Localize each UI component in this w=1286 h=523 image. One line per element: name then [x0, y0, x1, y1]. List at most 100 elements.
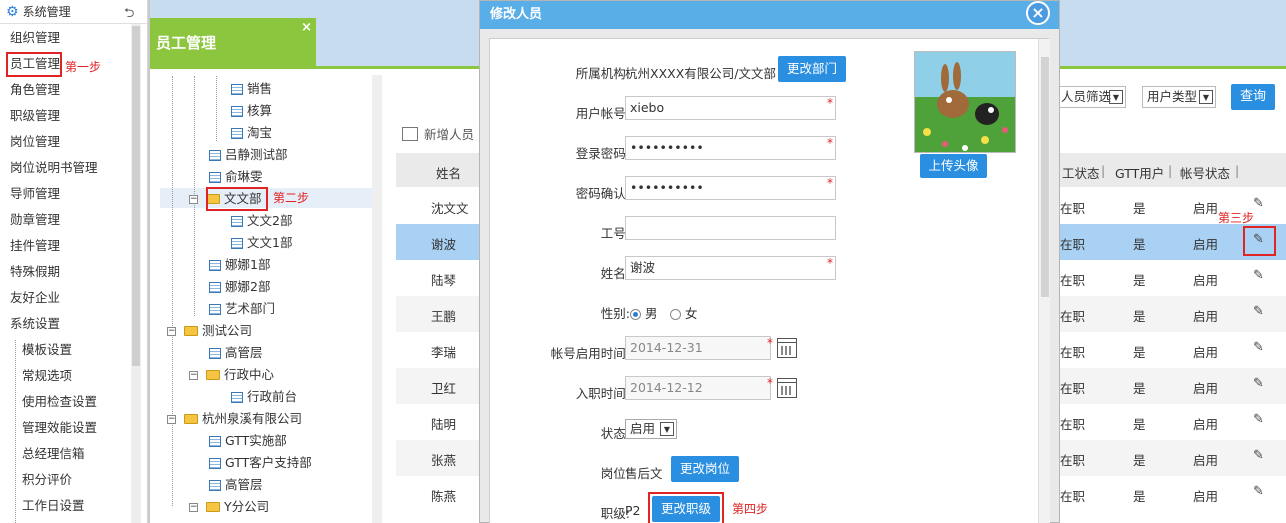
edit-person-dialog: 修改人员 × 所属机构: 杭州XXXX有限公司/文文部 更改部门 用户帐号: x… [479, 0, 1060, 523]
upload-avatar-button[interactable]: 上传头像 [920, 154, 987, 178]
sidebar-sub-mailbox[interactable]: 总经理信箱 [22, 444, 85, 464]
user-type-select[interactable]: 用户类型 ▼ [1142, 86, 1216, 108]
sidebar-header[interactable]: ⚙ 系统管理 ⮌ [0, 0, 147, 24]
sidebar-item-partner[interactable]: 友好企业 [10, 288, 60, 308]
tree-node[interactable]: GTT实施部 [209, 431, 287, 451]
gender-male-radio[interactable]: 男 [630, 303, 658, 322]
back-icon[interactable]: ⮌ [124, 4, 134, 26]
tree-node[interactable]: 俞琳雯 [209, 167, 263, 187]
change-dept-button[interactable]: 更改部门 [778, 56, 846, 82]
add-person-button[interactable]: 新增人员 [402, 124, 474, 143]
cell-account-status: 启用 [1193, 417, 1219, 432]
doc-icon [231, 127, 243, 139]
jobno-input[interactable] [625, 216, 836, 240]
doc-icon [231, 105, 243, 117]
name-input[interactable]: 谢波 [625, 256, 836, 280]
doc-icon [209, 457, 221, 469]
calendar-icon[interactable] [777, 338, 797, 358]
join-date-input[interactable]: 2014-12-12 [625, 376, 771, 400]
query-button[interactable]: 查询 [1231, 84, 1275, 110]
close-icon[interactable]: × [1026, 1, 1050, 25]
collapse-icon[interactable]: − [189, 370, 198, 380]
cell-account-status: 启用 [1193, 309, 1219, 324]
collapse-icon[interactable]: − [189, 502, 198, 512]
sidebar-sub-workday[interactable]: 工作日设置 [22, 496, 85, 516]
sidebar-item-role[interactable]: 角色管理 [10, 80, 60, 100]
cell-name: 谢波 [431, 237, 457, 252]
tab-close-icon[interactable]: × [301, 20, 312, 35]
sidebar-sub-template[interactable]: 模板设置 [22, 340, 72, 360]
tree-node[interactable]: 高管层 [209, 475, 263, 495]
tree-node[interactable]: 销售 [231, 79, 272, 99]
edit-pencil-icon[interactable]: ✎ [1253, 304, 1264, 319]
sidebar-item-org[interactable]: 组织管理 [10, 28, 60, 48]
tree-node[interactable]: 高管层 [209, 343, 263, 363]
tree-node[interactable]: 娜娜2部 [209, 277, 270, 297]
sidebar-sub-points[interactable]: 积分评价 [22, 470, 72, 490]
tree-node[interactable]: 行政前台 [231, 387, 297, 407]
edit-pencil-icon[interactable]: ✎ [1253, 376, 1264, 391]
cell-work-status: 在职 [1060, 381, 1086, 396]
tab-employee[interactable]: 员工管理 × [150, 18, 316, 66]
tree-scrollbar[interactable] [372, 75, 382, 523]
account-input[interactable]: xiebo [625, 96, 836, 120]
edit-pencil-icon[interactable]: ✎ [1253, 196, 1264, 211]
sidebar-item-holiday[interactable]: 特殊假期 [10, 262, 60, 282]
sidebar-sub-check[interactable]: 使用检查设置 [22, 392, 97, 412]
password-label: 登录密码: [575, 146, 630, 161]
edit-pencil-icon[interactable]: ✎ [1253, 412, 1264, 427]
dialog-scrollbar[interactable] [1038, 39, 1050, 523]
cell-gtt: 是 [1133, 201, 1146, 216]
cell-account-status: 启用 [1193, 273, 1219, 288]
tree-node[interactable]: 核算 [231, 101, 272, 121]
tree-node[interactable]: GTT客户支持部 [209, 453, 312, 473]
cell-gtt: 是 [1133, 489, 1146, 504]
tree-node[interactable]: 文文2部 [231, 211, 292, 231]
doc-icon [209, 171, 221, 183]
sidebar-item-medal[interactable]: 勋章管理 [10, 210, 60, 230]
sidebar-item-settings[interactable]: 系统设置 [10, 314, 60, 334]
tree-node[interactable]: − Y分公司 [189, 497, 269, 517]
tree-node[interactable]: 淘宝 [231, 123, 272, 143]
step1-label: 第一步 [65, 60, 102, 74]
tree-node[interactable]: 艺术部门 [209, 299, 275, 319]
col-gtt: GTT用户 [1115, 166, 1165, 181]
collapse-icon[interactable]: − [167, 326, 176, 336]
collapse-icon[interactable]: − [167, 414, 176, 424]
gender-female-radio[interactable]: 女 [670, 303, 698, 322]
change-post-button[interactable]: 更改岗位 [671, 456, 739, 482]
collapse-icon[interactable]: − [189, 194, 198, 204]
tree-node[interactable]: − 杭州泉溪有限公司 [167, 409, 302, 429]
state-select[interactable]: 启用 ▼ [625, 419, 677, 439]
sidebar-item-pendant[interactable]: 挂件管理 [10, 236, 60, 256]
edit-pencil-icon[interactable]: ✎ [1253, 268, 1264, 283]
sidebar-sub-efficiency[interactable]: 管理效能设置 [22, 418, 97, 438]
org-label: 所属机构: [575, 66, 630, 81]
col-work-status: 工状态 [1062, 166, 1100, 181]
folder-icon [184, 326, 198, 336]
tree-node[interactable]: 吕静测试部 [209, 145, 288, 165]
tree-node[interactable]: − 行政中心 [189, 365, 274, 385]
sidebar-item-mentor[interactable]: 导师管理 [10, 184, 60, 204]
edit-pencil-icon[interactable]: ✎ [1253, 340, 1264, 355]
sidebar-item-post[interactable]: 岗位管理 [10, 132, 60, 152]
confirm-password-input[interactable]: •••••••••• [625, 176, 836, 200]
password-input[interactable]: •••••••••• [625, 136, 836, 160]
col-divider: | [1168, 163, 1173, 178]
tree-node[interactable]: 娜娜1部 [209, 255, 270, 275]
cell-name: 沈文文 [431, 201, 469, 216]
edit-pencil-icon[interactable]: ✎ [1253, 448, 1264, 463]
add-user-icon [402, 126, 418, 141]
cell-work-status: 在职 [1060, 417, 1086, 432]
person-filter-select[interactable]: 人员筛选 ▼ [1056, 86, 1126, 108]
sidebar-sub-general[interactable]: 常规选项 [22, 366, 72, 386]
enable-date-input[interactable]: 2014-12-31 [625, 336, 771, 360]
sidebar-item-post-doc[interactable]: 岗位说明书管理 [10, 158, 98, 178]
sidebar-scrollbar[interactable] [131, 24, 141, 523]
edit-pencil-icon[interactable]: ✎ [1253, 484, 1264, 499]
calendar-icon[interactable] [777, 378, 797, 398]
tree-node[interactable]: − 测试公司 [167, 321, 252, 341]
sidebar-item-rank[interactable]: 职级管理 [10, 106, 60, 126]
sidebar-tree-line [15, 340, 16, 523]
tree-node[interactable]: 文文1部 [231, 233, 292, 253]
